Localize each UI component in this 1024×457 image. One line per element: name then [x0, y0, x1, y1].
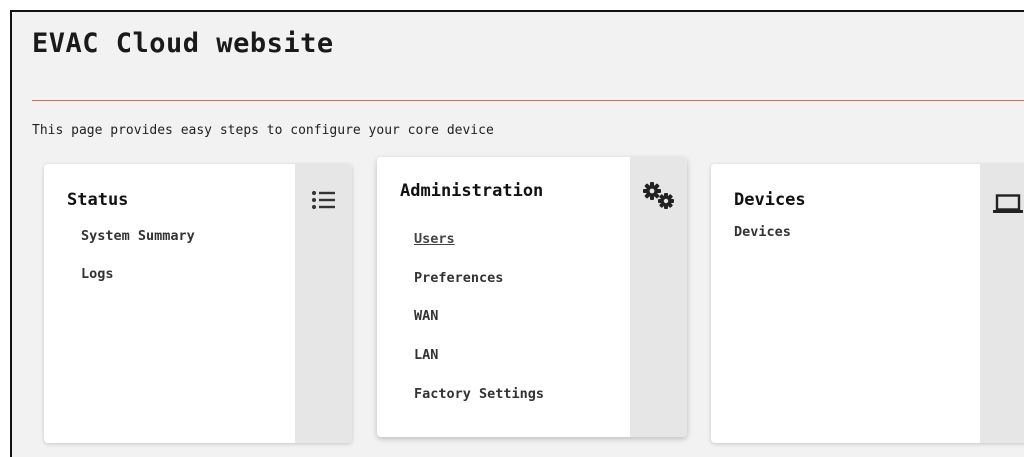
administration-card: Administration Users Preferences WAN LAN… — [377, 157, 687, 437]
page-frame: EVAC Cloud website This page provides ea… — [10, 10, 1024, 457]
devices-card-title: Devices — [734, 190, 806, 210]
title-divider — [32, 100, 1024, 101]
link-factory-settings[interactable]: Factory Settings — [414, 386, 544, 402]
status-card-sidebar — [295, 164, 352, 443]
laptop-icon — [993, 194, 1023, 214]
link-users[interactable]: Users — [414, 231, 455, 247]
status-card: Status System Summary Logs — [44, 164, 352, 443]
devices-card-sidebar — [980, 164, 1024, 443]
link-wan[interactable]: WAN — [414, 308, 438, 324]
link-lan[interactable]: LAN — [414, 347, 438, 363]
administration-card-title: Administration — [400, 181, 544, 201]
status-card-title: Status — [67, 190, 129, 210]
devices-card: Devices Devices — [711, 164, 1024, 443]
link-system-summary[interactable]: System Summary — [81, 228, 195, 244]
intro-text: This page provides easy steps to configu… — [32, 123, 494, 138]
page-title: EVAC Cloud website — [32, 28, 334, 59]
link-devices[interactable]: Devices — [734, 224, 791, 240]
link-preferences[interactable]: Preferences — [414, 270, 503, 286]
gears-icon — [642, 181, 676, 211]
administration-card-sidebar — [630, 157, 687, 437]
link-logs[interactable]: Logs — [81, 266, 114, 282]
list-icon — [311, 189, 337, 211]
